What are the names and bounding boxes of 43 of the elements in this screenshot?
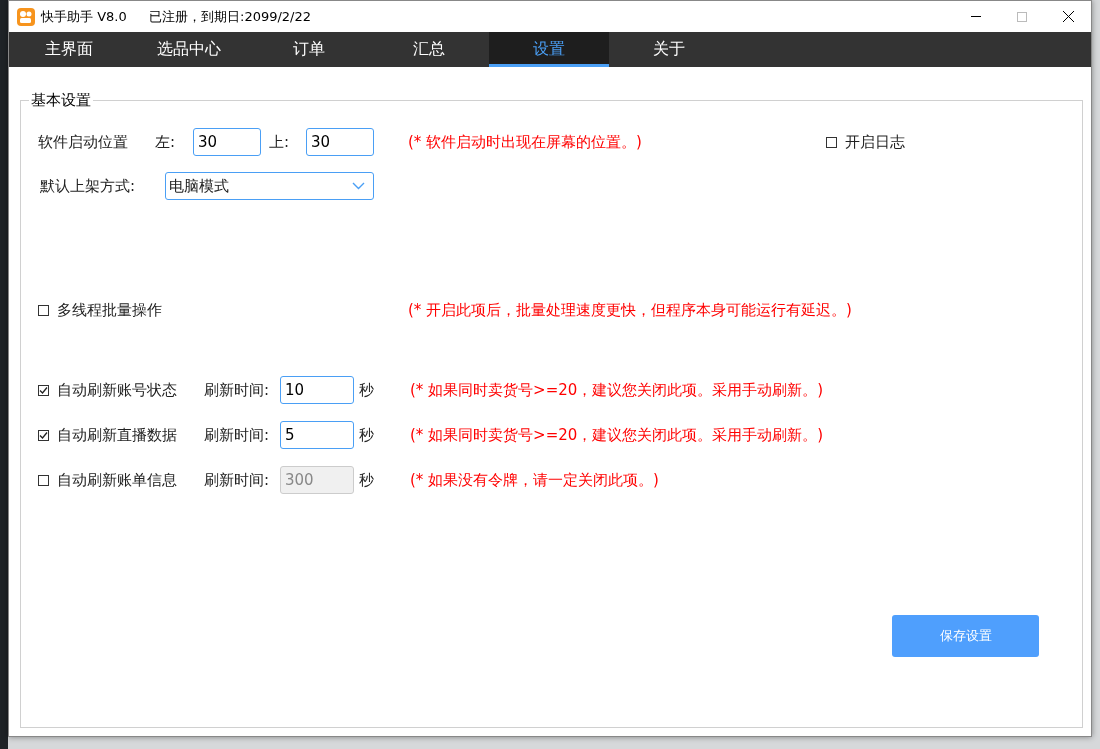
chevron-down-icon: [352, 182, 365, 190]
input-field[interactable]: 30: [193, 128, 261, 156]
checkbox-label: 开启日志: [845, 132, 905, 152]
field-label: 刷新时间:: [204, 470, 271, 490]
checkbox[interactable]: [38, 304, 49, 316]
unit-label: 秒: [358, 425, 375, 445]
hint-text: (* 开启此项后，批量处理速度更快，但程序本身可能运行有延迟。): [408, 300, 852, 320]
hint-text: (* 如果同时卖货号>=20，建议您关闭此项。采用手动刷新。): [410, 425, 824, 445]
field-label: 默认上架方式:: [39, 176, 137, 196]
tab[interactable]: 订单: [249, 32, 369, 67]
close-icon: [1062, 11, 1074, 22]
window-title: 快手助手 V8.0: [41, 7, 128, 26]
checkbox-label: 多线程批量操作: [57, 300, 163, 320]
maximize-icon: [1017, 11, 1027, 22]
hint-text: (* 如果没有令牌，请一定关闭此项。): [410, 470, 659, 490]
group-title: 基本设置: [30, 91, 92, 110]
unit-label: 秒: [358, 380, 375, 400]
field-label: 上:: [268, 132, 291, 152]
checkbox-label: 自动刷新账号状态: [57, 380, 178, 400]
checkbox-label: 自动刷新账单信息: [57, 470, 178, 490]
tab[interactable]: 汇总: [369, 32, 489, 67]
input-field[interactable]: 5: [280, 421, 354, 449]
input-field[interactable]: 30: [306, 128, 374, 156]
input-field[interactable]: 10: [280, 376, 354, 404]
app-logo-icon: [17, 7, 35, 26]
unit-label: 秒: [358, 470, 375, 490]
field-label: 软件启动位置: [38, 132, 129, 152]
tab[interactable]: 设置: [489, 32, 609, 67]
checkbox[interactable]: [826, 136, 837, 148]
minimize-icon: [971, 16, 981, 17]
field-label: 刷新时间:: [204, 425, 271, 445]
hint-text: (* 软件启动时出现在屏幕的位置。): [408, 132, 642, 152]
checkbox-label: 自动刷新直播数据: [57, 425, 178, 445]
tab[interactable]: 主界面: [9, 32, 129, 67]
checkbox[interactable]: [38, 384, 49, 396]
mode-dropdown[interactable]: 电脑模式: [165, 172, 374, 200]
tab[interactable]: 选品中心: [129, 32, 249, 67]
tab[interactable]: 关于: [609, 32, 729, 67]
field-label: 左:: [155, 132, 177, 152]
field-label: 刷新时间:: [204, 380, 271, 400]
hint-text: (* 如果同时卖货号>=20，建议您关闭此项。采用手动刷新。): [410, 380, 824, 400]
registration-status: 已注册，到期日:2099/2/22: [149, 7, 313, 26]
checkbox[interactable]: [38, 429, 49, 441]
